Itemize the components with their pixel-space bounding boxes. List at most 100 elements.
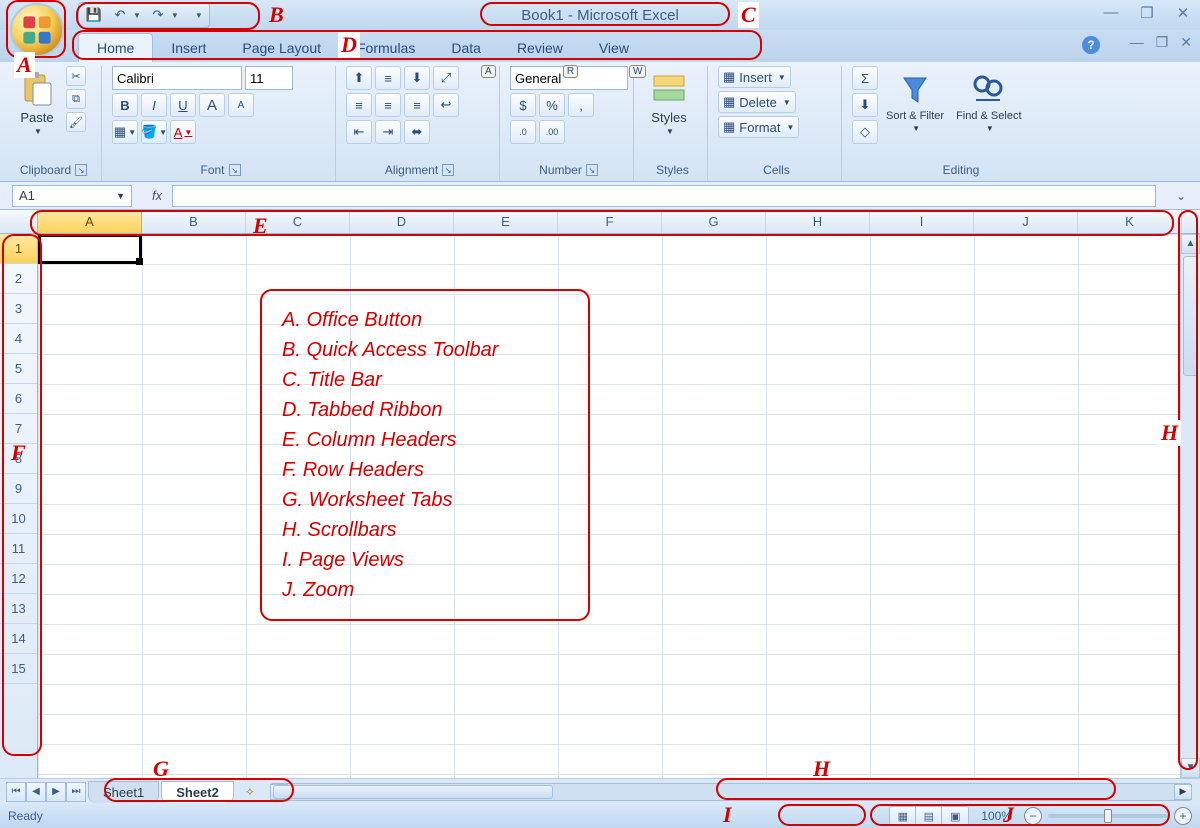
- active-cell[interactable]: [38, 234, 142, 264]
- insert-cells-button[interactable]: ▦ Insert ▼: [718, 66, 791, 88]
- help-icon[interactable]: ?: [1082, 36, 1100, 54]
- row-header[interactable]: 3: [0, 294, 37, 324]
- align-bottom-button[interactable]: ⬇: [404, 66, 430, 90]
- fill-button[interactable]: ⬇: [852, 93, 878, 117]
- comma-button[interactable]: ,: [568, 93, 594, 117]
- cut-button[interactable]: ✂: [66, 66, 86, 86]
- col-header-K[interactable]: K: [1078, 210, 1182, 233]
- office-button[interactable]: [10, 3, 64, 57]
- autosum-button[interactable]: Σ: [852, 66, 878, 90]
- font-name-combo[interactable]: [112, 66, 242, 90]
- styles-button[interactable]: Styles▼: [644, 66, 694, 140]
- tab-view[interactable]: ViewW: [581, 34, 647, 62]
- col-header-G[interactable]: G: [662, 210, 766, 233]
- italic-button[interactable]: I: [141, 93, 167, 117]
- font-dialog-launcher[interactable]: ↘: [229, 164, 241, 176]
- normal-view-button[interactable]: ▦: [890, 807, 916, 825]
- font-size-combo[interactable]: [245, 66, 293, 90]
- col-header-J[interactable]: J: [974, 210, 1078, 233]
- next-sheet-button[interactable]: ▶: [46, 782, 66, 802]
- maximize-button[interactable]: ❐: [1136, 4, 1158, 22]
- align-right-button[interactable]: ≡: [404, 93, 430, 117]
- scroll-up-button[interactable]: ▲: [1181, 234, 1200, 254]
- decrease-indent-button[interactable]: ⇤: [346, 120, 372, 144]
- grow-font-button[interactable]: A: [199, 93, 225, 117]
- close-button[interactable]: ✕: [1172, 4, 1194, 22]
- prev-sheet-button[interactable]: ◀: [26, 782, 46, 802]
- row-header[interactable]: 2: [0, 264, 37, 294]
- row-header[interactable]: 15: [0, 654, 37, 684]
- qat-customize-dropdown[interactable]: ▼: [195, 11, 203, 20]
- col-header-I[interactable]: I: [870, 210, 974, 233]
- wb-minimize-button[interactable]: —: [1130, 34, 1144, 51]
- wb-close-button[interactable]: ✕: [1180, 34, 1192, 51]
- borders-button[interactable]: ▦▼: [112, 120, 138, 144]
- clear-button[interactable]: ◇: [852, 120, 878, 144]
- alignment-dialog-launcher[interactable]: ↘: [442, 164, 454, 176]
- wb-restore-button[interactable]: ❐: [1156, 34, 1169, 51]
- sort-filter-button[interactable]: Sort & Filter▼: [882, 66, 948, 137]
- underline-button[interactable]: U: [170, 93, 196, 117]
- tab-page-layout[interactable]: Page Layout: [224, 34, 339, 62]
- row-header[interactable]: 12: [0, 564, 37, 594]
- align-middle-button[interactable]: ≡: [375, 66, 401, 90]
- wrap-text-button[interactable]: ↩: [433, 93, 459, 117]
- zoom-in-button[interactable]: +: [1174, 807, 1192, 825]
- cells-grid[interactable]: A. Office ButtonB. Quick Access ToolbarC…: [38, 234, 1200, 778]
- first-sheet-button[interactable]: ⏮: [6, 782, 26, 802]
- fill-color-button[interactable]: 🪣▼: [141, 120, 167, 144]
- col-header-G[interactable]: H: [766, 210, 870, 233]
- col-header-E[interactable]: E: [454, 210, 558, 233]
- row-header[interactable]: 11: [0, 534, 37, 564]
- format-painter-button[interactable]: 🖌: [66, 112, 86, 132]
- increase-decimal-button[interactable]: .0: [510, 120, 536, 144]
- col-header-F[interactable]: F: [558, 210, 662, 233]
- scroll-down-button[interactable]: ▼: [1181, 758, 1200, 778]
- row-header-1[interactable]: 1: [0, 234, 37, 264]
- clipboard-dialog-launcher[interactable]: ↘: [75, 164, 87, 176]
- select-all-button[interactable]: [0, 210, 38, 233]
- align-left-button[interactable]: ≡: [346, 93, 372, 117]
- col-header-B[interactable]: B: [142, 210, 246, 233]
- row-header[interactable]: 14: [0, 624, 37, 654]
- zoom-slider[interactable]: [1048, 814, 1168, 818]
- orientation-button[interactable]: ⤢: [433, 66, 459, 90]
- row-header[interactable]: 10: [0, 504, 37, 534]
- row-header[interactable]: 5: [0, 354, 37, 384]
- col-header-D[interactable]: D: [350, 210, 454, 233]
- fx-icon[interactable]: fx: [152, 188, 162, 203]
- font-color-button[interactable]: A▼: [170, 120, 196, 144]
- vertical-scrollbar[interactable]: ▲ ▼: [1180, 234, 1200, 778]
- tab-insert[interactable]: Insert: [153, 34, 224, 62]
- redo-icon[interactable]: ↷: [149, 6, 167, 24]
- row-header[interactable]: 6: [0, 384, 37, 414]
- align-top-button[interactable]: ⬆: [346, 66, 372, 90]
- horizontal-scrollbar[interactable]: ◀ ▶: [270, 783, 1192, 801]
- tab-review[interactable]: ReviewR: [499, 34, 581, 62]
- last-sheet-button[interactable]: ⏭: [66, 782, 86, 802]
- number-dialog-launcher[interactable]: ↘: [586, 164, 598, 176]
- align-center-button[interactable]: ≡: [375, 93, 401, 117]
- page-break-view-button[interactable]: ▣: [942, 807, 968, 825]
- scroll-right-button[interactable]: ▶: [1174, 784, 1192, 800]
- increase-indent-button[interactable]: ⇥: [375, 120, 401, 144]
- sheet-tab-sheet2[interactable]: Sheet2: [161, 781, 234, 803]
- copy-button[interactable]: ⧉: [66, 89, 86, 109]
- row-header[interactable]: 13: [0, 594, 37, 624]
- zoom-out-button[interactable]: −: [1024, 807, 1042, 825]
- undo-dropdown[interactable]: ▼: [133, 11, 141, 20]
- row-header[interactable]: 4: [0, 324, 37, 354]
- hscroll-thumb[interactable]: [273, 785, 553, 799]
- delete-cells-button[interactable]: ▦ Delete ▼: [718, 91, 796, 113]
- row-header[interactable]: 9: [0, 474, 37, 504]
- find-select-button[interactable]: Find & Select▼: [952, 66, 1025, 137]
- merge-center-button[interactable]: ⬌: [404, 120, 430, 144]
- minimize-button[interactable]: —: [1100, 4, 1122, 22]
- currency-button[interactable]: $: [510, 93, 536, 117]
- new-sheet-button[interactable]: ✧: [238, 782, 262, 802]
- tab-home[interactable]: Home: [78, 33, 153, 62]
- bold-button[interactable]: B: [112, 93, 138, 117]
- decrease-decimal-button[interactable]: .00: [539, 120, 565, 144]
- expand-formula-bar[interactable]: ⌄: [1176, 189, 1194, 203]
- undo-icon[interactable]: ↶: [111, 6, 129, 24]
